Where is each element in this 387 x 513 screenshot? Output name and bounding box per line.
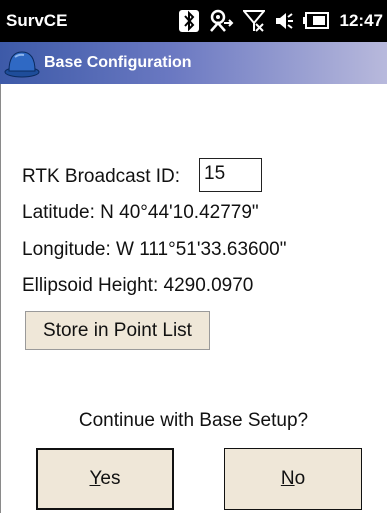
yes-label-rest: es [100,468,121,489]
yes-button[interactable]: Yes [36,448,174,510]
window-title: Base Configuration [44,54,192,71]
continue-prompt: Continue with Base Setup? [78,410,309,431]
rtk-broadcast-id-input[interactable]: 15 [199,158,262,192]
ellipsoid-height-text: Ellipsoid Height: 4290.0970 [22,275,254,296]
title-bar: Base Configuration [0,42,387,84]
longitude-text: Longitude: W 111°51'33.63600" [22,239,287,260]
signal-off-icon[interactable] [242,9,265,33]
battery-icon[interactable] [302,12,329,30]
status-icons: 12:47 [178,8,383,34]
no-mnemonic: N [280,468,295,489]
latitude-text: Latitude: N 40°44'10.42779" [22,202,259,223]
app-name[interactable]: SurvCE [6,11,67,31]
no-label-rest: o [294,468,306,489]
no-button[interactable]: No [224,448,362,510]
yes-mnemonic: Y [89,468,101,489]
volume-icon[interactable] [274,10,294,32]
connectivity-icon[interactable] [208,9,234,33]
bluetooth-icon[interactable] [178,10,199,32]
clock[interactable]: 12:47 [340,11,383,31]
status-bar: SurvCE 12:47 [0,0,387,42]
rtk-broadcast-id-label: RTK Broadcast ID: [22,166,181,187]
store-in-point-list-button[interactable]: Store in Point List [25,311,210,350]
left-border [0,84,1,513]
hard-hat-icon[interactable] [4,48,40,83]
